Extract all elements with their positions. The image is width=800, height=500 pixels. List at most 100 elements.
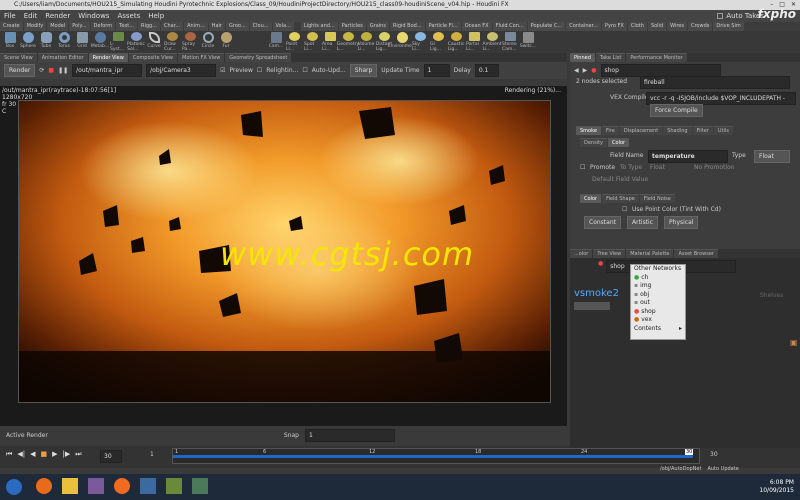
shelf-tab[interactable]: Char... — [161, 22, 184, 31]
refresh-icon[interactable]: ⟳ — [39, 67, 44, 74]
environment-light-tool[interactable]: Environme... — [388, 32, 416, 52]
auto-update-checkbox[interactable]: ☐ — [302, 67, 307, 74]
tab-shading[interactable]: Shading — [663, 126, 692, 135]
type-select[interactable]: Float — [754, 150, 790, 163]
shelf-tab[interactable]: Particle Fl... — [425, 22, 461, 31]
shelf-tab[interactable]: Wires — [667, 22, 687, 31]
tab-tree-view[interactable]: Tree View — [593, 249, 626, 258]
tab-animation-editor[interactable]: Animation Editor — [37, 53, 88, 62]
tab-scene-view[interactable]: Scene View — [0, 53, 37, 62]
tab-displacement[interactable]: Displacement — [619, 126, 663, 135]
portal-light-tool[interactable]: Portal Li... — [466, 32, 482, 52]
system-clock[interactable]: 6:08 PM 10/09/2015 — [759, 479, 794, 495]
back-icon[interactable]: ◀ — [574, 67, 579, 74]
shelf-tab[interactable]: Crowds — [687, 22, 713, 31]
tab-composite-view[interactable]: Composite View — [128, 53, 177, 62]
physical-radio[interactable]: Physical — [664, 216, 699, 229]
shelf-tab[interactable]: Rigg... — [138, 22, 160, 31]
stop-icon[interactable]: ■ — [40, 450, 47, 459]
shelf-tab[interactable]: Cloth — [627, 22, 647, 31]
menu-assets[interactable]: Assets — [117, 10, 140, 22]
render-button[interactable]: Render — [4, 64, 36, 77]
explorer-icon[interactable] — [62, 478, 78, 494]
tab-geometry-spreadsheet[interactable]: Geometry Spreadsheet — [225, 53, 292, 62]
firefox-icon[interactable] — [36, 478, 52, 494]
tab-take-list[interactable]: Take List — [595, 53, 626, 62]
delay-field[interactable]: 0.1 — [474, 64, 499, 77]
app-icon[interactable] — [88, 478, 104, 494]
relighting-checkbox[interactable]: ☐ — [257, 67, 262, 74]
shelf-tab[interactable]: Rigid Bod... — [389, 22, 425, 31]
menu-help[interactable]: Help — [148, 10, 164, 22]
promote-checkbox[interactable]: ☐ — [580, 164, 585, 171]
use-point-color-checkbox[interactable]: ☐ — [622, 206, 627, 213]
ambient-light-tool[interactable]: Ambient Li... — [483, 32, 501, 52]
menu-item-vex[interactable]: ● vex — [631, 316, 685, 325]
timeline-current-frame[interactable]: 30 — [685, 449, 694, 455]
step-forward-icon[interactable]: |▶ — [62, 450, 70, 459]
tab-pinned[interactable]: Pinned — [570, 53, 595, 62]
app-icon[interactable] — [166, 478, 182, 494]
snap-field[interactable]: 1 — [304, 428, 395, 442]
app-icon[interactable] — [192, 478, 208, 494]
preview-checkbox[interactable]: ☑ — [220, 67, 225, 74]
box-tool[interactable]: Box — [2, 32, 18, 52]
draw-curve-tool[interactable]: Draw Cur... — [164, 32, 180, 52]
tab-fire[interactable]: Fire — [601, 126, 619, 135]
camera-tool[interactable]: Cam... — [268, 32, 284, 52]
app-icon[interactable] — [140, 478, 156, 494]
forward-icon[interactable]: ▶ — [583, 67, 588, 74]
menu-item-img[interactable]: ▪ img — [631, 282, 685, 291]
distant-light-tool[interactable]: Distant Lig... — [376, 32, 392, 52]
shelf-tab[interactable]: Pyro FX — [601, 22, 627, 31]
shelf-tab[interactable]: Groo... — [226, 22, 249, 31]
shelf-tab[interactable]: Populate C... — [527, 22, 566, 31]
platonic-tool[interactable]: Platonic Sol... — [127, 32, 145, 52]
start-button[interactable] — [6, 479, 22, 495]
tab-color-editor[interactable]: ...olor — [570, 249, 593, 258]
volume-light-tool[interactable]: Volume Li... — [358, 32, 374, 52]
tab-utils[interactable]: Utils — [713, 126, 733, 135]
timeline[interactable]: 1 6 12 18 24 30 — [172, 448, 700, 464]
tab-filter[interactable]: Filter — [692, 126, 713, 135]
menu-item-out[interactable]: ▪ out — [631, 299, 685, 308]
vsmoke-node[interactable] — [574, 302, 610, 310]
tab-field-shape[interactable]: Field Shape — [602, 194, 639, 203]
grid-tool[interactable]: Grid — [74, 32, 90, 52]
shelf-tab[interactable]: Grains — [366, 22, 389, 31]
fur-tool[interactable]: Fur — [218, 32, 234, 52]
step-back-icon[interactable]: ◀| — [17, 450, 25, 459]
shelf-tab[interactable]: Clou... — [249, 22, 272, 31]
switcher-tool[interactable]: Switc... — [520, 32, 536, 52]
tube-tool[interactable]: Tube — [38, 32, 54, 52]
shelf-tab[interactable]: Anim... — [184, 22, 208, 31]
sphere-tool[interactable]: Sphere — [20, 32, 36, 52]
node-name-field[interactable]: fireball — [640, 76, 790, 89]
metaball-tool[interactable]: Metab... — [91, 32, 109, 52]
menu-item-obj[interactable]: ▪ obj — [631, 291, 685, 300]
geometry-light-tool[interactable]: Geometry L... — [337, 32, 359, 52]
gi-light-tool[interactable]: GI Lig... — [430, 32, 446, 52]
shelf-tab[interactable]: Solid — [647, 22, 667, 31]
play-back-icon[interactable]: ◀ — [30, 450, 35, 459]
play-forward-icon[interactable]: ▶ — [52, 450, 57, 459]
shelf-tab[interactable]: Create — [0, 22, 23, 31]
update-time-field[interactable]: 1 — [423, 64, 450, 77]
shelf-tab[interactable]: Lights and... — [300, 22, 338, 31]
tab-performance-monitor[interactable]: Performance Monitor — [626, 53, 687, 62]
constant-radio[interactable]: Constant — [584, 216, 621, 229]
shelf-tab[interactable]: Modify — [23, 22, 47, 31]
circle-tool[interactable]: Circle — [200, 32, 216, 52]
to-type-select[interactable]: Float — [650, 164, 665, 171]
field-name-input[interactable]: temperature — [648, 150, 728, 163]
sharp-button[interactable]: Sharp — [349, 64, 378, 77]
shelf-tab[interactable]: Drive Sim — [713, 22, 744, 31]
go-start-icon[interactable]: ⏮ — [6, 450, 12, 459]
menu-item-shop[interactable]: ● shop — [631, 308, 685, 317]
tab-asset-browser[interactable]: Asset Browser — [674, 249, 718, 258]
menu-item-contents[interactable]: Contents ▸ — [631, 325, 685, 334]
shelf-tab[interactable]: Text... — [116, 22, 138, 31]
shelf-tab[interactable]: Hair — [208, 22, 225, 31]
material-node-icon[interactable]: ▣ — [790, 338, 798, 347]
rop-field[interactable]: /out/mantra_ipr — [72, 64, 143, 77]
